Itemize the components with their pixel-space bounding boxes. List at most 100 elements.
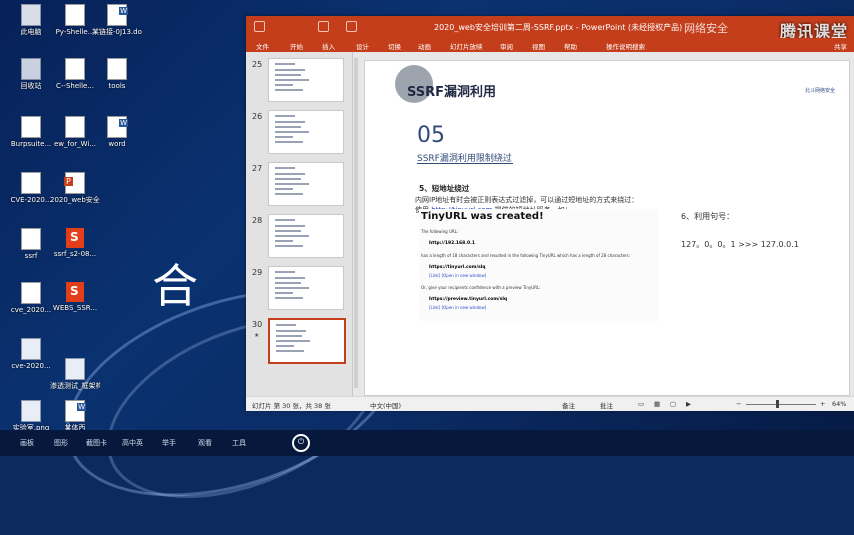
tab-help[interactable]: 帮助 [564,41,577,51]
thumbnail-text-line [276,350,304,352]
thumbnail-text-line [275,167,295,169]
screenshot-line: has a length of 18 characters and result… [421,253,631,258]
file-icon [107,4,128,26]
tab-home[interactable]: 开始 [290,41,303,51]
slide-thumbnail[interactable]: 25 [252,58,348,106]
tab-design[interactable]: 设计 [356,41,369,51]
thumbnail-text-line [275,136,293,138]
desktop-icon-label: Burpsuite... [10,140,52,148]
zoom-out-icon[interactable]: − [736,400,741,408]
thumbnail-text-line [275,292,293,294]
desktop-icon[interactable]: 渗透测试_框架构.png [50,358,100,390]
slide-thumbnail[interactable]: 26 [252,110,348,158]
desktop-icon[interactable]: tools [92,58,142,90]
desktop-icon[interactable]: 某链接-0J13.docx [92,4,142,36]
tab-view[interactable]: 视图 [532,41,545,51]
powerpoint-window[interactable]: 2020_web安全培训第二周-SSRF.pptx - PowerPoint (… [246,16,854,411]
desktop-icon[interactable]: 回收站 [6,58,56,90]
desktop-icon-label: 2020_web安全培训第二... [50,196,100,204]
slide-thumbnail-number: 27 [252,164,263,173]
zoom-level[interactable]: 64% [832,400,846,408]
desktop-icon[interactable]: 2020_web安全培训第二... [50,172,100,204]
normal-view-icon[interactable]: ▭ [638,400,644,408]
desktop-icon[interactable]: 某体西 [50,400,100,432]
desktop-icon-label: tools [108,82,126,90]
item-heading: 5、短地址绕过 [419,184,470,193]
undo-icon[interactable] [346,21,357,32]
save-icon[interactable] [254,21,265,32]
desktop-icon[interactable]: WEBS_SSR... [50,282,100,312]
file-icon [64,172,85,194]
desktop-icon[interactable]: word [92,116,142,148]
sorter-view-icon[interactable]: ▦ [654,400,660,408]
reading-view-icon[interactable]: ▢ [670,400,676,408]
thumbnail-text-line [275,84,293,86]
file-icon [65,400,86,422]
slide-thumbnail-number: 30 [252,320,263,329]
animation-star-icon: ★ [254,332,260,339]
comments-button[interactable]: 批注 [600,400,613,410]
thumbnail-text-line [275,230,301,232]
thumbnail-text-line [275,188,293,190]
file-icon [21,338,41,360]
taskbar: 画板 图形 截图卡 高中英 举手 观看 工具 ⏻ [0,430,854,456]
slide-canvas[interactable]: SSRF漏洞利用 北斗网络安全 05 SSRF漏洞利用限制绕过 5、短地址绕过 … [364,60,850,396]
slide-counter: 幻灯片 第 30 张，共 38 张 [252,402,331,410]
desktop-icon[interactable]: 实验室.png [6,400,56,432]
tab-transitions[interactable]: 切换 [388,41,401,51]
thumbnail-scrollbar[interactable] [354,58,358,388]
screenshot-link: [Link] [Open in new window] [429,273,487,278]
slide-thumbnail[interactable]: 30 ★ [252,318,348,366]
zoom-in-icon[interactable]: + [820,400,825,408]
desktop-icon[interactable]: CVE-2020... [6,172,56,204]
desktop-icon[interactable]: 此电脑 [6,4,56,36]
zoom-slider[interactable] [746,404,816,405]
slide-thumbnail[interactable]: 27 [252,162,348,210]
slide-thumbnail[interactable]: 29 [252,266,348,314]
tab-slideshow[interactable]: 幻灯片放映 [450,41,483,51]
title-bar[interactable]: 2020_web安全培训第二周-SSRF.pptx - PowerPoint (… [246,16,854,41]
thumbnail-text-line [276,330,306,332]
desktop-icon-label: 渗透测试_框架构.png [50,382,100,390]
desktop-icon[interactable]: cve-2020... [6,338,56,370]
desktop-icon-label: 回收站 [20,82,42,90]
taskbar-item-watch[interactable]: 观看 [198,438,212,448]
slide-thumbnail[interactable]: 28 [252,214,348,262]
slideshow-view-icon[interactable]: ▶ [686,400,691,408]
power-icon[interactable]: ⏻ [292,434,310,452]
notes-button[interactable]: 备注 [562,400,575,410]
desktop-icon[interactable]: Burpsuite... [6,116,56,148]
screenshot-line: Or, give your recipients confidence with… [421,285,541,290]
file-icon [66,282,84,302]
taskbar-item-shapes[interactable]: 图形 [54,438,68,448]
desktop-icon-label: cve-2020... [11,362,51,370]
slide-thumbnail-preview [268,266,344,310]
desktop-icon-label: 此电脑 [20,28,42,36]
desktop-icon[interactable]: ssrf [6,228,56,260]
taskbar-item-board[interactable]: 画板 [20,438,34,448]
slide-thumbnail-number: 29 [252,268,263,277]
taskbar-item-tools[interactable]: 工具 [232,438,246,448]
taskbar-item-screenshot[interactable]: 截图卡 [86,438,107,448]
screenshot-heading: TinyURL was created! [421,211,544,222]
desktop-icon[interactable]: ssrf_s2-08... [50,228,100,258]
tab-review[interactable]: 审阅 [500,41,513,51]
tab-file[interactable]: 文件 [256,41,269,51]
taskbar-item-app[interactable]: 高中英 [122,438,143,448]
slide-thumbnail-pane[interactable]: 25 26 27 28 29 30 ★ [246,52,353,396]
desktop-icon[interactable]: cve_2020... [6,282,56,314]
tab-insert[interactable]: 插入 [322,41,335,51]
zoom-slider-knob[interactable] [776,400,779,408]
thumbnail-text-line [275,79,309,81]
language-indicator[interactable]: 中文(中国) [370,400,401,410]
share-button[interactable]: 共享 [834,41,847,51]
present-icon[interactable] [318,21,329,32]
file-icon [21,228,41,250]
thumbnail-text-line [275,178,301,180]
tab-animations[interactable]: 动画 [418,41,431,51]
file-icon [21,116,41,138]
desktop-icon-label: 某链接-0J13.docx [92,28,142,36]
tell-me-search[interactable]: 操作说明搜索 [606,41,645,51]
slide-thumbnail-preview [268,58,344,102]
taskbar-item-raise-hand[interactable]: 举手 [162,438,176,448]
